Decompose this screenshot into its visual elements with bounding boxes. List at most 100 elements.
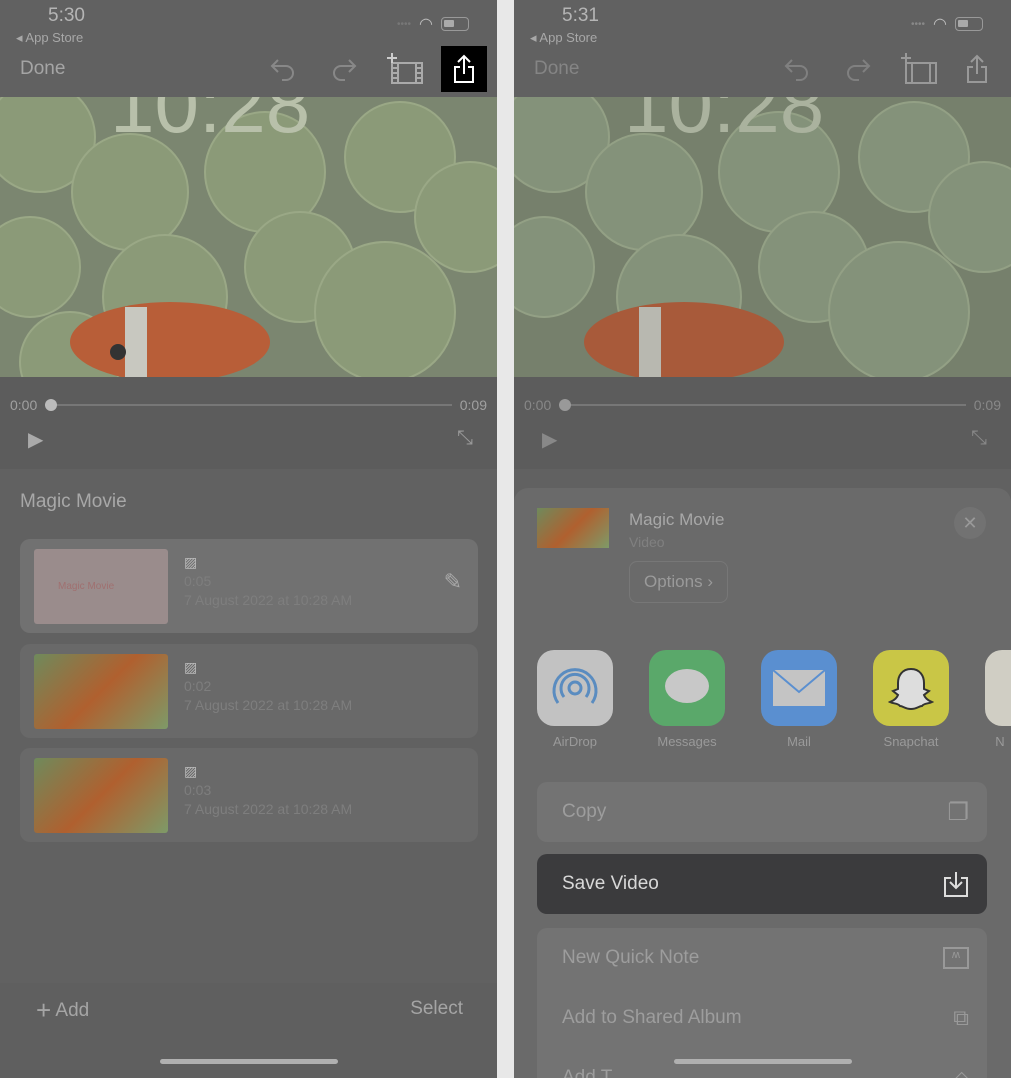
expand-icon: ⤡ bbox=[457, 427, 473, 449]
fullscreen-button[interactable]: ⤡ bbox=[971, 427, 987, 450]
redo-icon bbox=[333, 59, 357, 81]
action-add-to-shared-album[interactable]: Add to Shared Album ⧉ bbox=[537, 988, 987, 1048]
video-preview[interactable]: 10:28 bbox=[514, 97, 1011, 377]
share-sheet: Magic Movie Video Options › ✕ AirDrop Me… bbox=[514, 488, 1011, 1078]
redo-button[interactable] bbox=[321, 48, 365, 90]
project-title: Magic Movie bbox=[20, 491, 127, 512]
status-time: 5:30 bbox=[48, 5, 85, 26]
app-label: Messages bbox=[657, 734, 717, 749]
share-app-messages[interactable]: Messages bbox=[649, 650, 725, 749]
clip-thumbnail: Magic Movie bbox=[34, 549, 168, 624]
clip-date: 7 August 2022 at 10:28 AM bbox=[184, 801, 353, 817]
undo-icon bbox=[270, 59, 294, 81]
current-time: 0:00 bbox=[10, 397, 38, 413]
status-icons: •••• ◠ bbox=[397, 14, 469, 34]
action-new-quick-note[interactable]: New Quick Note ʍ bbox=[537, 928, 987, 988]
status-icons: •••• ◠ bbox=[911, 14, 983, 34]
bottom-bar: + Add Select bbox=[0, 983, 497, 1078]
undo-button[interactable] bbox=[776, 48, 820, 90]
play-icon: ▶ bbox=[28, 429, 44, 451]
edit-button[interactable]: ✎ bbox=[444, 569, 462, 595]
clip-item[interactable]: ▨ 0:03 7 August 2022 at 10:28 AM bbox=[20, 748, 478, 842]
image-icon: ▨ bbox=[184, 659, 198, 675]
share-app-airdrop[interactable]: AirDrop bbox=[537, 650, 613, 749]
wifi-icon: ◠ bbox=[933, 16, 947, 33]
play-button[interactable]: ▶ bbox=[28, 427, 43, 452]
clip-date: 7 August 2022 at 10:28 AM bbox=[184, 697, 353, 713]
close-button[interactable]: ✕ bbox=[954, 507, 986, 539]
back-to-app-store[interactable]: ◂ App Store bbox=[16, 30, 83, 46]
share-sheet-screen: 5:31 ◂ App Store •••• ◠ Done 10:28 0:00 0:… bbox=[514, 0, 1011, 1078]
app-label: N bbox=[995, 734, 1005, 749]
notes-icon bbox=[985, 650, 1011, 726]
share-icon bbox=[967, 54, 987, 83]
snapchat-icon bbox=[873, 650, 949, 726]
chevron-right-icon: › bbox=[707, 572, 713, 591]
total-time: 0:09 bbox=[459, 397, 487, 413]
share-app-snapchat[interactable]: Snapchat bbox=[873, 650, 949, 749]
share-button[interactable] bbox=[441, 46, 487, 92]
done-button[interactable]: Done bbox=[534, 58, 579, 80]
share-thumbnail bbox=[537, 508, 609, 548]
player-controls: 0:00 0:09 ▶ ⤡ bbox=[0, 377, 497, 469]
action-copy[interactable]: Copy ❐ bbox=[537, 782, 987, 842]
close-icon: ✕ bbox=[962, 513, 978, 533]
scrubber-knob[interactable] bbox=[559, 399, 572, 411]
action-label: New Quick Note bbox=[562, 947, 700, 968]
status-time: 5:31 bbox=[562, 5, 599, 26]
expand-icon: ⤡ bbox=[971, 427, 987, 449]
options-label: Options bbox=[644, 572, 703, 591]
scrubber-knob[interactable] bbox=[45, 399, 58, 411]
action-group: New Quick Note ʍ Add to Shared Album ⧉ Add… bbox=[537, 928, 987, 1078]
app-label: AirDrop bbox=[552, 734, 598, 749]
add-button[interactable]: + Add bbox=[36, 995, 89, 1026]
options-button[interactable]: Options › bbox=[629, 561, 728, 603]
battery-icon bbox=[955, 17, 983, 31]
action-label: Add T bbox=[562, 1067, 613, 1078]
share-app-mail[interactable]: Mail bbox=[761, 650, 837, 749]
player-controls: 0:00 0:09 ▶ ⤡ bbox=[514, 377, 1011, 469]
app-label: Snapchat bbox=[883, 734, 939, 749]
action-save-video[interactable]: Save Video bbox=[537, 854, 987, 914]
clip-duration: 0:02 bbox=[184, 678, 212, 694]
clip-item[interactable]: Magic Movie ▨ 0:05 7 August 2022 at 10:28 … bbox=[20, 539, 478, 633]
tag-icon: ◇ bbox=[954, 1067, 969, 1078]
signal-icon: •••• bbox=[397, 18, 412, 30]
clip-thumbnail bbox=[34, 654, 168, 729]
save-icon bbox=[944, 872, 968, 897]
undo-icon bbox=[784, 59, 808, 81]
select-button[interactable]: Select bbox=[410, 998, 463, 1020]
thumb-title: Magic Movie bbox=[58, 581, 115, 592]
play-button[interactable]: ▶ bbox=[542, 427, 557, 452]
current-time: 0:00 bbox=[524, 397, 552, 413]
redo-button[interactable] bbox=[835, 48, 879, 90]
clip-duration: 0:03 bbox=[184, 782, 212, 798]
svg-text:10:28: 10:28 bbox=[110, 97, 310, 149]
film-sparkle-icon bbox=[901, 53, 937, 84]
imovie-project-screen: 5:30 ◂ App Store •••• ◠ Done 10:28 0:00 0:… bbox=[0, 0, 497, 1078]
share-app-notes[interactable]: N bbox=[985, 650, 1011, 749]
magic-film-button[interactable] bbox=[383, 48, 427, 90]
done-button[interactable]: Done bbox=[20, 58, 65, 80]
svg-text:10:28: 10:28 bbox=[624, 97, 824, 149]
home-indicator bbox=[674, 1059, 852, 1064]
back-to-app-store[interactable]: ◂ App Store bbox=[530, 30, 597, 46]
video-frame-image: 10:28 bbox=[514, 97, 1011, 377]
back-label: App Store bbox=[25, 30, 84, 45]
mail-icon bbox=[761, 650, 837, 726]
scrubber[interactable] bbox=[559, 399, 966, 411]
messages-icon bbox=[649, 650, 725, 726]
app-label: Mail bbox=[787, 734, 811, 749]
undo-button[interactable] bbox=[262, 48, 306, 90]
video-preview[interactable]: 10:28 bbox=[0, 97, 497, 377]
scrubber[interactable] bbox=[45, 399, 452, 411]
share-subtitle: Video bbox=[629, 534, 665, 550]
shared-album-icon: ⧉ bbox=[953, 1005, 969, 1030]
share-button[interactable] bbox=[955, 48, 999, 90]
fullscreen-button[interactable]: ⤡ bbox=[457, 427, 473, 450]
quick-note-icon: ʍ bbox=[943, 947, 969, 969]
magic-film-button[interactable] bbox=[897, 48, 941, 90]
signal-icon: •••• bbox=[911, 18, 926, 30]
action-label: Add to Shared Album bbox=[562, 1007, 742, 1028]
clip-item[interactable]: ▨ 0:02 7 August 2022 at 10:28 AM bbox=[20, 644, 478, 738]
